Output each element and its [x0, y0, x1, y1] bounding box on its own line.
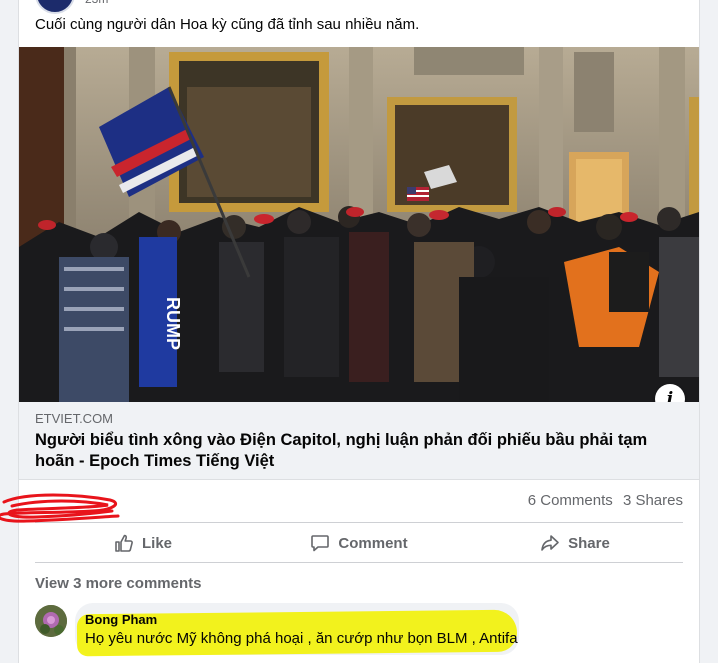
view-more-comments-link[interactable]: View 3 more comments — [35, 575, 201, 592]
engagement-counts: 6 Comments 3 Shares — [522, 492, 683, 509]
comment-bubble-icon — [311, 535, 330, 552]
share-button[interactable]: Share — [467, 526, 683, 560]
like-button[interactable]: Like — [35, 526, 251, 560]
link-domain: ETVIET.COM — [35, 411, 114, 426]
post-time[interactable]: 23m — [85, 0, 108, 6]
comments-count[interactable]: 6 Comments — [528, 492, 613, 509]
red-scribble-redaction — [0, 493, 120, 523]
thumbs-up-icon — [115, 534, 133, 552]
share-label: Share — [568, 534, 610, 552]
comment-author[interactable]: Bong Pham — [85, 612, 157, 627]
like-label: Like — [141, 534, 172, 552]
divider — [35, 562, 683, 563]
post-card: 23m Cuối cùng người dân Hoa kỳ cũng đã t… — [18, 0, 700, 663]
page-avatar[interactable] — [35, 0, 75, 14]
avatar[interactable] — [35, 605, 67, 637]
post-text: Cuối cùng người dân Hoa kỳ cũng đã tỉnh … — [35, 16, 420, 33]
comment-button[interactable]: Comment — [251, 526, 467, 560]
capitol-rotunda-photo: RUMP — [19, 47, 699, 402]
flag-text: RUMP — [163, 297, 183, 350]
comment-label: Comment — [338, 534, 408, 552]
shares-count[interactable]: 3 Shares — [623, 492, 683, 509]
share-arrow-icon — [541, 535, 559, 551]
flower-avatar-icon — [35, 605, 67, 637]
link-image[interactable]: RUMP — [19, 47, 699, 402]
action-bar: Like Comment Share — [35, 526, 683, 560]
link-title[interactable]: Người biểu tình xông vào Điện Capitol, n… — [35, 430, 655, 472]
link-preview[interactable]: ETVIET.COM Người biểu tình xông vào Điện… — [19, 402, 699, 480]
comment-text: Họ yêu nước Mỹ không phá hoại , ăn cướp … — [85, 630, 518, 647]
divider — [35, 522, 683, 523]
